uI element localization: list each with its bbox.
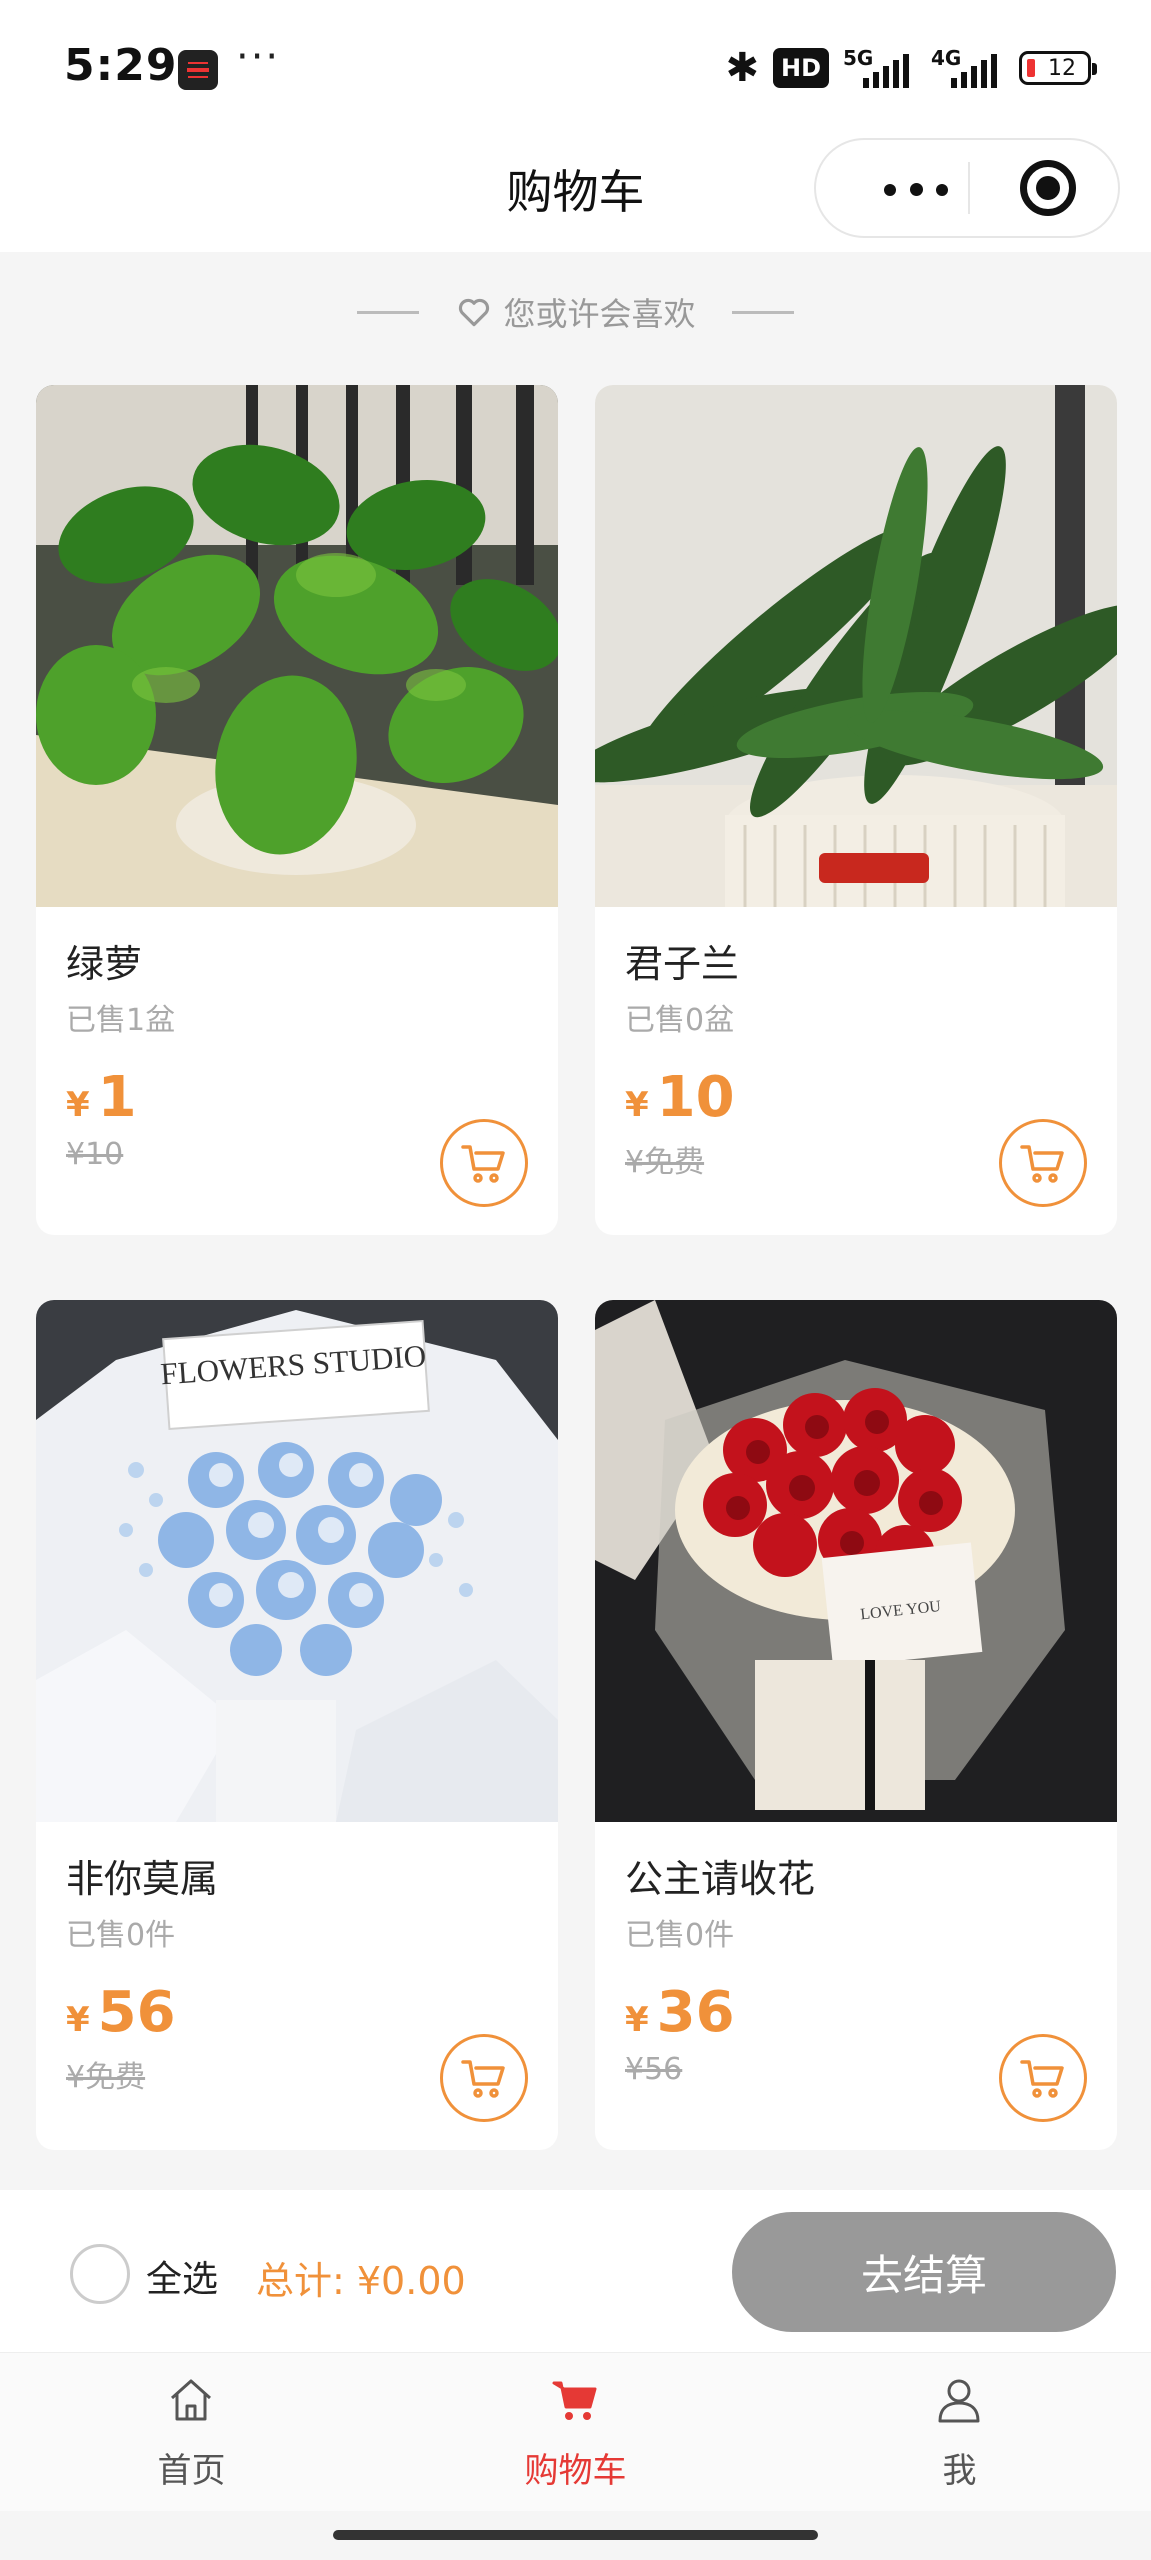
price-value: 10 bbox=[656, 1065, 735, 1130]
recommend-header: 您或许会喜欢 bbox=[0, 282, 1151, 342]
battery-level: 12 bbox=[1048, 55, 1076, 81]
cart-icon bbox=[461, 2060, 505, 2098]
product-card[interactable]: LOVE YOU 公主请收花 已售0件 ¥36 ¥56 bbox=[595, 1300, 1117, 2150]
signal-5g-icon: 5G bbox=[843, 46, 917, 90]
product-sold: 已售0件 bbox=[625, 1918, 735, 1953]
signal-4g-icon: 4G bbox=[931, 46, 1005, 90]
hd-voice-icon: HD bbox=[772, 48, 829, 88]
product-name: 公主请收花 bbox=[625, 1857, 816, 1901]
product-card[interactable]: 君子兰 已售0盆 ¥10 ¥免费 bbox=[595, 385, 1117, 1235]
product-original-price: ¥免费 bbox=[625, 1145, 705, 1180]
product-original-price: ¥10 bbox=[66, 1137, 124, 1172]
recorder-app-icon bbox=[178, 50, 218, 90]
price-value: 1 bbox=[97, 1065, 137, 1130]
price-value: 36 bbox=[656, 1980, 735, 2045]
cart-icon bbox=[461, 1145, 505, 1183]
tab-profile-label: 我 bbox=[942, 2451, 977, 2491]
cart-total: 总计: ¥0.00 bbox=[256, 2259, 466, 2303]
mini-program-capsule bbox=[814, 138, 1120, 238]
price-currency: ¥ bbox=[625, 1085, 649, 1125]
add-to-cart-button[interactable] bbox=[440, 2034, 528, 2122]
divider-right bbox=[731, 310, 794, 314]
tab-bar: 首页 购物车 我 bbox=[0, 2352, 1151, 2511]
price-currency: ¥ bbox=[66, 1085, 90, 1125]
product-name: 绿萝 bbox=[66, 942, 143, 986]
product-sold: 已售0盆 bbox=[625, 1003, 735, 1038]
product-image-red-roses[interactable]: LOVE YOU bbox=[595, 1300, 1117, 1822]
status-bar: 5:29 ··· ✱ HD 5G 4G 12 bbox=[0, 0, 1151, 130]
product-price: ¥1 bbox=[66, 1065, 137, 1130]
battery-icon: 12 bbox=[1019, 51, 1097, 85]
add-to-cart-button[interactable] bbox=[999, 2034, 1087, 2122]
more-notifications-icon: ··· bbox=[236, 34, 281, 80]
recommend-title: 您或许会喜欢 bbox=[503, 295, 696, 333]
capsule-divider bbox=[968, 162, 970, 214]
product-original-price: ¥免费 bbox=[66, 2060, 146, 2095]
select-all-label[interactable]: 全选 bbox=[146, 2250, 218, 2302]
product-sold: 已售1盆 bbox=[66, 1003, 176, 1038]
price-value: 56 bbox=[97, 1980, 176, 2045]
bluetooth-icon: ✱ bbox=[725, 45, 759, 91]
product-name: 非你莫属 bbox=[66, 1857, 219, 1901]
product-image-pothos[interactable] bbox=[36, 385, 558, 907]
product-price: ¥10 bbox=[625, 1065, 735, 1130]
cart-icon bbox=[1020, 1145, 1064, 1183]
user-icon bbox=[938, 2379, 980, 2423]
product-original-price: ¥56 bbox=[625, 2052, 683, 2087]
tab-cart[interactable]: 购物车 bbox=[384, 2353, 767, 2511]
cart-icon bbox=[1020, 2060, 1064, 2098]
add-to-cart-button[interactable] bbox=[440, 1119, 528, 1207]
product-card[interactable]: 绿萝 已售1盆 ¥1 ¥10 bbox=[36, 385, 558, 1235]
product-card[interactable]: FLOWERS STUDIO 非你莫属 已售0件 ¥56 ¥免费 bbox=[36, 1300, 558, 2150]
price-currency: ¥ bbox=[625, 2000, 649, 2040]
nav-bar: 购物车 bbox=[0, 130, 1151, 252]
product-price: ¥56 bbox=[66, 1980, 176, 2045]
product-sold: 已售0件 bbox=[66, 1918, 176, 1953]
heart-icon bbox=[459, 298, 490, 327]
status-time: 5:29 bbox=[64, 40, 178, 91]
tab-home[interactable]: 首页 bbox=[0, 2353, 383, 2511]
divider-left bbox=[357, 310, 420, 314]
shopping-cart-icon bbox=[552, 2381, 597, 2420]
tab-home-label: 首页 bbox=[157, 2451, 226, 2491]
add-to-cart-button[interactable] bbox=[999, 1119, 1087, 1207]
home-indicator[interactable] bbox=[333, 2530, 818, 2540]
product-image-blue-roses[interactable]: FLOWERS STUDIO bbox=[36, 1300, 558, 1822]
more-options-icon[interactable] bbox=[866, 140, 966, 236]
price-currency: ¥ bbox=[66, 2000, 90, 2040]
tab-cart-label: 购物车 bbox=[524, 2451, 627, 2491]
tab-profile[interactable]: 我 bbox=[768, 2353, 1151, 2511]
product-image-clivia[interactable] bbox=[595, 385, 1117, 907]
checkout-button[interactable]: 去结算 bbox=[732, 2212, 1116, 2332]
product-name: 君子兰 bbox=[625, 942, 740, 986]
checkout-bar: 全选 总计: ¥0.00 去结算 bbox=[0, 2190, 1151, 2352]
close-mini-program-icon[interactable] bbox=[1020, 160, 1076, 216]
product-price: ¥36 bbox=[625, 1980, 735, 2045]
home-icon bbox=[170, 2379, 212, 2421]
select-all-checkbox[interactable] bbox=[70, 2244, 130, 2304]
